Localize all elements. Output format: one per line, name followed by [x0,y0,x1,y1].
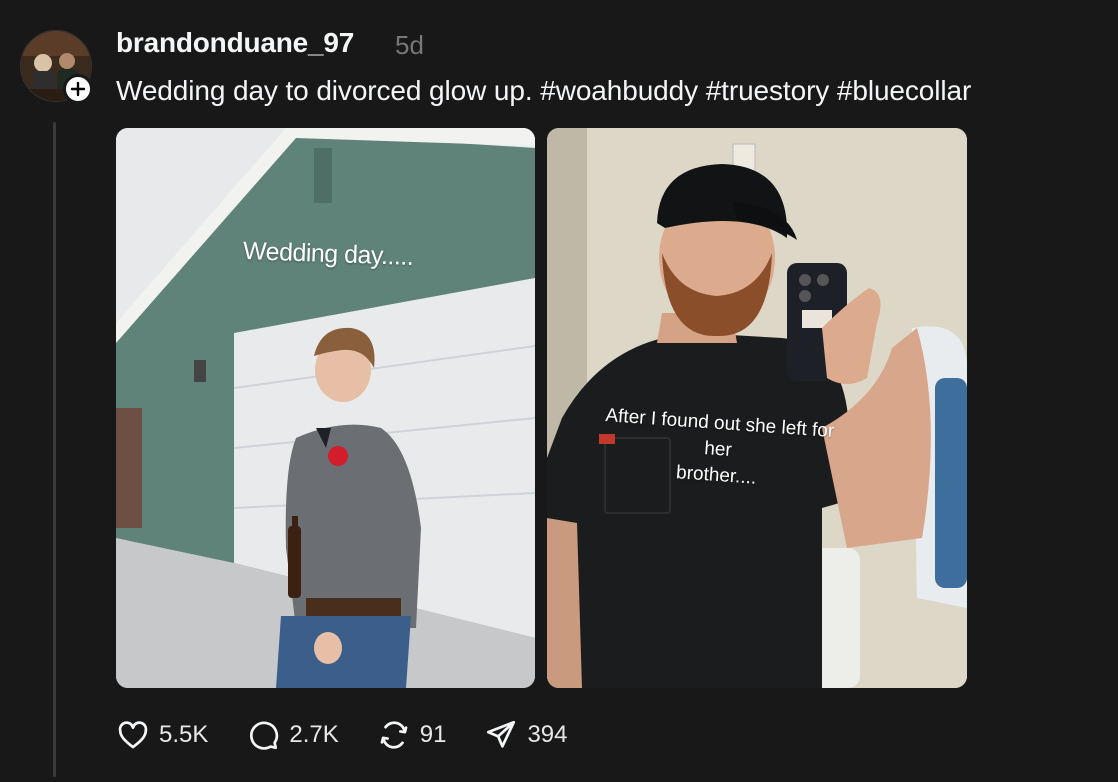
repost-count: 91 [419,721,447,748]
like-button[interactable]: 5.5K [116,718,208,752]
post-username[interactable]: brandonduane_97 [116,27,354,59]
like-count: 5.5K [159,721,209,748]
action-bar: 5.5K 2.7K 91 394 [116,718,606,752]
follow-button[interactable] [63,74,93,104]
repost-button[interactable]: 91 [377,718,447,752]
share-icon [487,720,516,748]
thread-line [53,122,56,777]
post-image-mirror-selfie[interactable]: After I found out she left for her broth… [547,128,967,688]
repost-icon [380,721,408,749]
share-count: 394 [527,721,568,748]
heart-icon [118,721,148,749]
image-overlay-text: Wedding day..... [242,237,414,271]
share-button[interactable]: 394 [484,718,568,752]
plus-icon [70,81,86,97]
post-timestamp[interactable]: 5d [395,30,424,61]
post-caption: Wedding day to divorced glow up. #woahbu… [116,75,972,106]
post-image-wedding[interactable]: Wedding day..... [116,128,535,688]
comment-icon [250,721,279,750]
image-overlay-text: After I found out she left for her broth… [601,403,836,497]
reply-count: 2.7K [289,721,339,748]
reply-button[interactable]: 2.7K [246,718,339,752]
